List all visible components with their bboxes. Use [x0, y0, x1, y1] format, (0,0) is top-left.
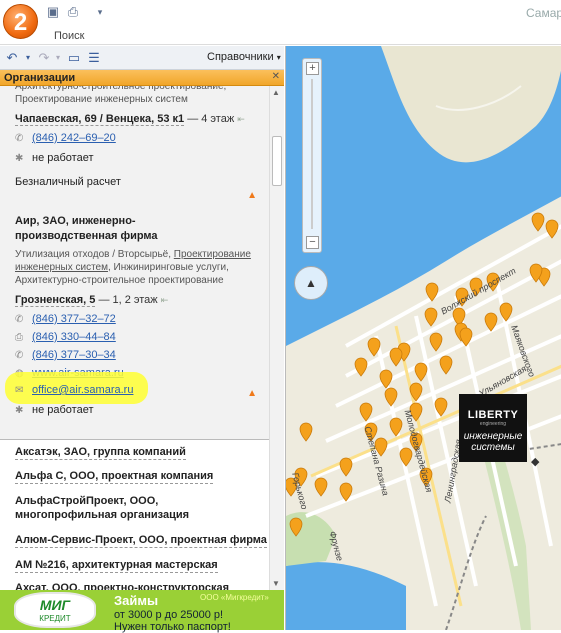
map-view[interactable]: Волжский проспект Маяковского Ульяновска… — [285, 46, 561, 630]
app-logo[interactable]: 2 — [3, 4, 38, 39]
phone-link[interactable]: ✆ (846) 242–69–20 — [15, 132, 116, 144]
payment-info: Безналичный расчет — [15, 176, 121, 188]
scroll-thumb[interactable] — [272, 136, 282, 186]
list-view-icon[interactable]: ▭ — [66, 50, 82, 66]
entrance-icon: ⇤ — [160, 295, 169, 305]
list-item[interactable]: Альфа С, ООО, проектная компания — [15, 469, 214, 484]
scroll-up-icon[interactable]: ▲ — [272, 88, 280, 97]
back-icon[interactable]: ↶ — [4, 50, 20, 66]
list-item[interactable]: АльфаСтройПроект, ООО, многопрофильная о… — [15, 494, 255, 522]
card-floor: — 1, 2 этаж — [98, 294, 158, 306]
clock-icon: ✱ — [15, 153, 24, 164]
bus-stop-icon: ◆ — [531, 456, 540, 468]
list-item[interactable]: АМ №216, архитектурная мастерская — [15, 558, 218, 573]
title-bar: 2 ▣ ⎙ ▾ Поиск Самар — [0, 0, 561, 45]
ad-text: Нужен только паспорт! — [114, 621, 231, 633]
working-hours: ✱ не работает — [15, 404, 94, 416]
divider — [0, 439, 269, 440]
reference-dropdown[interactable]: Справочники ▾ — [207, 51, 281, 63]
phone-icon: ✆ — [15, 314, 24, 325]
working-hours: ✱ не работает — [15, 152, 94, 164]
list-item[interactable]: Аксатэк, ЗАО, группа компаний — [15, 445, 186, 460]
ad-company: ООО «Мигкредит» — [200, 593, 269, 602]
compass-icon[interactable]: ▲ — [294, 266, 328, 300]
card-floor: — 4 этаж — [187, 113, 235, 125]
phone-link[interactable]: ✆ (846) 377–30–34 — [15, 349, 116, 361]
organization-list: Архитектурно-строительное проектирование… — [0, 86, 269, 590]
ad-title: Займы — [114, 593, 159, 608]
phone-icon: ✆ — [15, 350, 24, 361]
advertiser-billboard[interactable]: LIBERTY engineering инженерные системы — [459, 394, 527, 462]
card-address[interactable]: Чапаевская, 69 / Венцека, 53 к1 — [15, 113, 185, 126]
email-link[interactable]: ✉ office@air.samara.ru — [15, 384, 133, 396]
firm-name[interactable]: Аир, ЗАО, инженерно-производственная фир… — [15, 214, 235, 244]
zoom-in-button[interactable]: + — [306, 62, 319, 75]
zoom-control[interactable]: + − — [302, 58, 322, 253]
close-icon[interactable]: ✕ — [272, 71, 280, 82]
window-title: Самар — [526, 6, 561, 20]
zoom-slider-track[interactable] — [311, 79, 313, 229]
organizations-title: Организации — [4, 72, 76, 84]
phone-link[interactable]: ✆ (846) 377–32–72 — [15, 313, 116, 325]
quick-access-dropdown-icon[interactable]: ▾ — [92, 5, 108, 19]
save-icon[interactable]: ▣ — [45, 5, 61, 19]
list-item[interactable]: Алюм-Сервис-Проект, ООО, проектная фирма — [15, 533, 267, 548]
card-address-row: Чапаевская, 69 / Венцека, 53 к1 — 4 этаж… — [15, 113, 245, 126]
organizations-header: Организации ✕ — [0, 70, 284, 86]
ad-logo: МИГ КРЕДИТ — [14, 592, 96, 628]
ad-text: от 3000 р до 25000 р! — [114, 609, 224, 621]
toolbar: ↶ ▾ ↷ ▾ ▭ ☰ Справочники ▾ — [0, 46, 284, 70]
ad-banner[interactable]: МИГ КРЕДИТ Займы ООО «Мигкредит» от 3000 … — [0, 590, 284, 633]
phone-icon: ✆ — [15, 133, 24, 144]
organization-simple-list: Аксатэк, ЗАО, группа компаний Альфа С, О… — [0, 440, 269, 590]
card-categories: Архитектурно-строительное проектирование… — [15, 86, 227, 105]
warning-icon[interactable]: ▲ — [247, 190, 257, 201]
list-item[interactable]: Ахсат, ООО, проектно-конструкторская фир… — [15, 581, 269, 590]
forward-dropdown-icon[interactable]: ▾ — [50, 50, 66, 66]
chevron-down-icon: ▾ — [276, 53, 281, 62]
mail-icon: ✉ — [15, 385, 24, 396]
split-view-icon[interactable]: ☰ — [86, 50, 102, 66]
scroll-down-icon[interactable]: ▼ — [272, 579, 280, 588]
warning-icon[interactable]: ▲ — [247, 388, 257, 399]
clock-icon: ✱ — [15, 405, 24, 416]
search-tab[interactable]: Поиск — [54, 30, 84, 42]
fax-link[interactable]: ⎙ (846) 330–44–84 — [15, 331, 116, 343]
print-icon[interactable]: ⎙ — [65, 5, 81, 19]
list-scrollbar[interactable]: ▲ ▼ — [269, 86, 284, 590]
card-categories: Утилизация отходов / Вторсырьё, Проектир… — [15, 249, 251, 286]
fax-icon: ⎙ — [15, 332, 23, 343]
card-address-row: Грозненская, 5 — 1, 2 этаж ⇤ — [15, 294, 168, 307]
entrance-icon: ⇤ — [237, 114, 245, 124]
back-dropdown-icon[interactable]: ▾ — [20, 50, 36, 66]
card-address[interactable]: Грозненская, 5 — [15, 294, 96, 307]
zoom-out-button[interactable]: − — [306, 236, 319, 249]
